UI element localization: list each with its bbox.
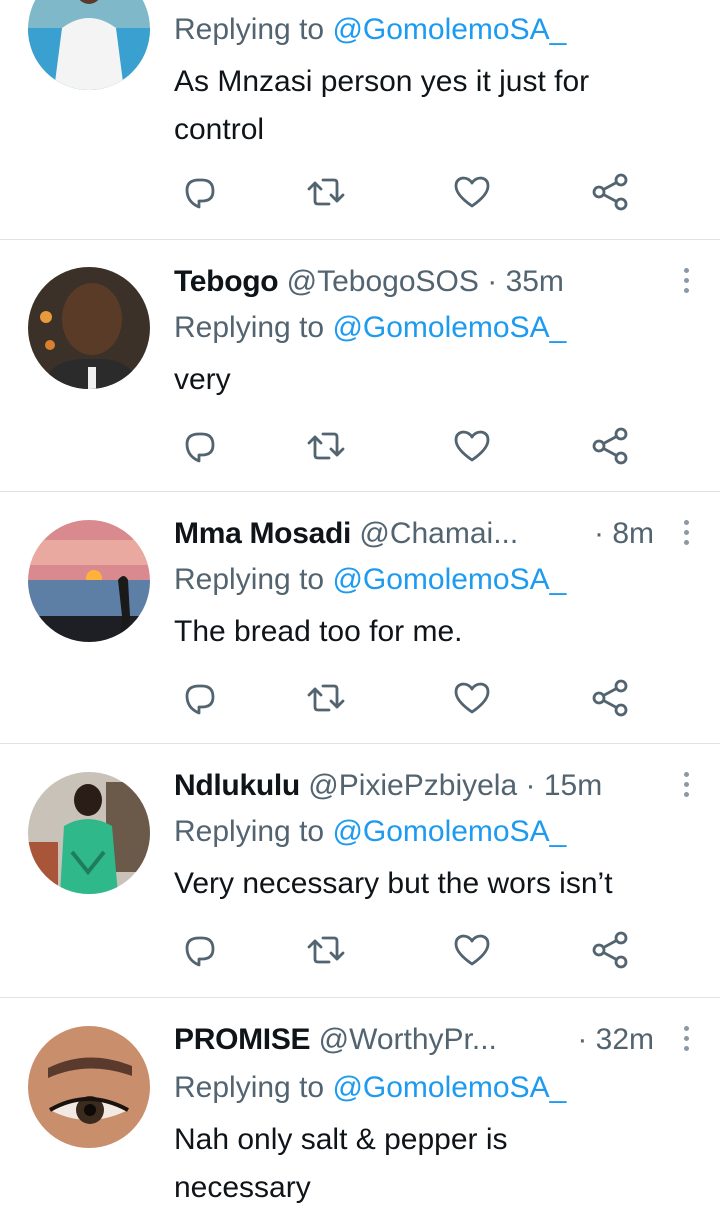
- timestamp-group: · 8m: [594, 514, 654, 554]
- avatar[interactable]: [28, 0, 150, 90]
- tweet-header: Ndlukulu @PixiePzbiyela · 15m: [174, 766, 720, 806]
- more-icon[interactable]: [680, 772, 692, 802]
- tweet-text: The bread too for me.: [174, 615, 463, 648]
- tweet-text: Very necessary but the wors isn’t: [174, 867, 613, 900]
- share-icon[interactable]: [588, 928, 632, 972]
- share-icon[interactable]: [588, 170, 632, 214]
- reply-icon[interactable]: [178, 424, 222, 468]
- retweet-icon[interactable]: [304, 676, 348, 720]
- reply-icon[interactable]: [178, 928, 222, 972]
- reply-icon[interactable]: [178, 170, 222, 214]
- user-handle[interactable]: @PixiePzbiyela: [308, 769, 517, 802]
- tweet-actions: [174, 170, 654, 214]
- like-icon[interactable]: [450, 676, 494, 720]
- replying-to-line: Replying to @GomolemoSA_: [174, 563, 567, 596]
- retweet-icon[interactable]: [304, 424, 348, 468]
- separator-dot: ·: [593, 517, 613, 550]
- more-icon[interactable]: [680, 268, 692, 298]
- replying-to-mention[interactable]: @GomolemoSA_: [332, 13, 566, 46]
- tweet-text: As Mnzasi person yes it just for control: [174, 65, 590, 146]
- replying-to-mention[interactable]: @GomolemoSA_: [332, 563, 566, 596]
- user-handle[interactable]: @TebogoSOS: [287, 265, 479, 298]
- share-icon[interactable]: [588, 676, 632, 720]
- tweet-actions: [174, 928, 654, 972]
- share-icon[interactable]: [588, 424, 632, 468]
- tweet-card[interactable]: Ndlukulu @PixiePzbiyela · 15m Replying t…: [0, 744, 720, 998]
- like-icon[interactable]: [450, 170, 494, 214]
- like-icon[interactable]: [450, 928, 494, 972]
- separator-dot: ·: [487, 265, 498, 298]
- timestamp[interactable]: 32m: [596, 1023, 654, 1056]
- retweet-icon[interactable]: [304, 928, 348, 972]
- replying-to-line: Replying to @GomolemoSA_: [174, 311, 567, 344]
- tweet-text: Nah only salt & pepper is necessary: [174, 1123, 508, 1204]
- tweet-card[interactable]: PROMISE @WorthyPr... · 32m Replying to @…: [0, 998, 720, 1208]
- avatar[interactable]: [28, 1026, 150, 1148]
- display-name[interactable]: Tebogo: [174, 265, 279, 298]
- replying-to-mention[interactable]: @GomolemoSA_: [332, 311, 566, 344]
- tweet-header: PROMISE @WorthyPr... · 32m: [174, 1020, 720, 1060]
- replying-to-line: Replying to @GomolemoSA_: [174, 815, 567, 848]
- display-name[interactable]: PROMISE: [174, 1023, 311, 1056]
- timestamp[interactable]: 15m: [544, 769, 602, 802]
- tweet-actions: [174, 676, 654, 720]
- tweet-card[interactable]: Mma Mosadi @Chamai... · 8m Replying to @…: [0, 492, 720, 744]
- reply-icon[interactable]: [178, 676, 222, 720]
- avatar[interactable]: [28, 772, 150, 894]
- user-handle[interactable]: @WorthyPr...: [319, 1023, 497, 1056]
- like-icon[interactable]: [450, 424, 494, 468]
- replying-to-mention[interactable]: @GomolemoSA_: [332, 1071, 566, 1104]
- tweet-text: very: [174, 363, 231, 396]
- replying-to-line: Replying to @GomolemoSA_: [174, 1071, 567, 1104]
- more-icon[interactable]: [680, 520, 692, 550]
- display-name[interactable]: Ndlukulu: [174, 769, 300, 802]
- tweet-header: Mma Mosadi @Chamai... · 8m: [174, 514, 720, 554]
- user-handle[interactable]: @Chamai...: [359, 517, 518, 550]
- timestamp-group: · 32m: [577, 1020, 654, 1060]
- more-icon[interactable]: [680, 1026, 692, 1056]
- tweet-actions: [174, 424, 654, 468]
- replying-to-mention[interactable]: @GomolemoSA_: [332, 815, 566, 848]
- display-name[interactable]: Mma Mosadi: [174, 517, 351, 550]
- replying-to-line: Replying to @GomolemoSA_: [174, 13, 567, 46]
- separator-dot: ·: [577, 1023, 596, 1056]
- avatar[interactable]: [28, 520, 150, 642]
- tweet-card[interactable]: Tebogo @TebogoSOS · 35m Replying to @Gom…: [0, 240, 720, 492]
- timestamp[interactable]: 8m: [612, 517, 654, 550]
- tweet-card[interactable]: Replying to @GomolemoSA_ As Mnzasi perso…: [0, 0, 720, 240]
- tweet-header: Tebogo @TebogoSOS · 35m: [174, 262, 720, 302]
- retweet-icon[interactable]: [304, 170, 348, 214]
- avatar[interactable]: [28, 267, 150, 389]
- timestamp[interactable]: 35m: [506, 265, 564, 298]
- separator-dot: ·: [525, 769, 536, 802]
